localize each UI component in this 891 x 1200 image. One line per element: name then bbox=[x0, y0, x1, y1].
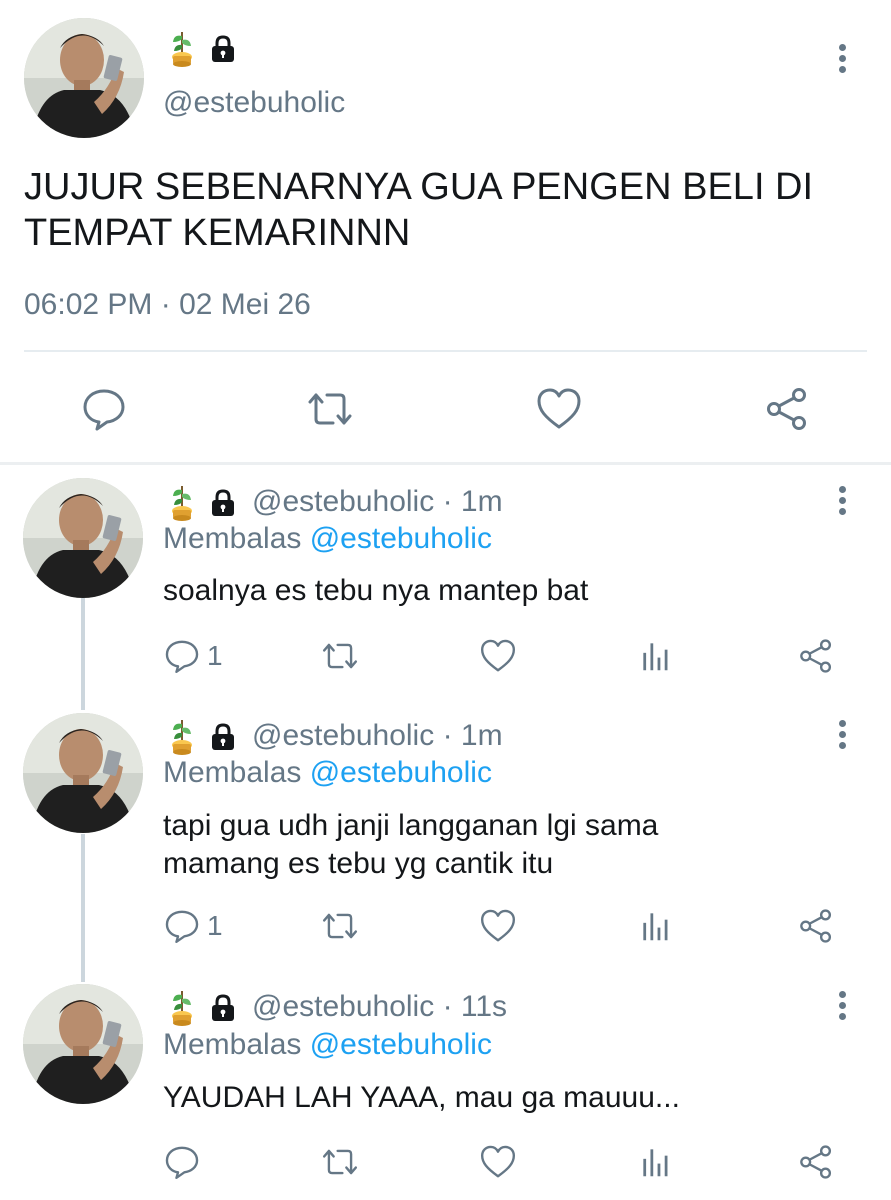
replying-to: Membalas @estebuholic bbox=[163, 1028, 492, 1062]
reply-text: soalnya es tebu nya mantep bat bbox=[163, 574, 589, 607]
reply-avatar[interactable] bbox=[23, 713, 143, 833]
replying-to: Membalas @estebuholic bbox=[163, 522, 492, 556]
main-timestamp[interactable]: 06:02 PM · 02 Mei 26 bbox=[24, 288, 311, 322]
reply-button[interactable] bbox=[163, 1142, 207, 1182]
like-button[interactable] bbox=[479, 1142, 517, 1182]
more-options-icon[interactable] bbox=[836, 720, 848, 756]
reply-button[interactable]: 1 bbox=[163, 906, 223, 946]
lock-icon bbox=[208, 34, 238, 64]
thread-line bbox=[81, 598, 85, 710]
reply-header[interactable]: @estebuholic · 1m bbox=[252, 719, 503, 753]
reply-time: 1m bbox=[460, 719, 503, 752]
reply-badges bbox=[170, 989, 238, 1027]
retweet-button[interactable] bbox=[321, 1142, 359, 1182]
reply-count: 1 bbox=[207, 640, 223, 671]
share-button[interactable] bbox=[797, 906, 835, 946]
reply-badges bbox=[170, 484, 238, 522]
more-options-icon[interactable] bbox=[836, 486, 848, 522]
divider bbox=[24, 350, 867, 352]
plant-emoji-icon bbox=[170, 30, 194, 68]
reply-avatar[interactable] bbox=[23, 984, 143, 1104]
lock-icon bbox=[208, 722, 238, 752]
reply-icon[interactable] bbox=[80, 385, 128, 433]
mention-link[interactable]: @estebuholic bbox=[310, 756, 492, 789]
main-avatar[interactable] bbox=[24, 18, 144, 138]
reply-header[interactable]: @estebuholic · 11s bbox=[252, 990, 507, 1024]
replying-to-label: Membalas bbox=[163, 1028, 310, 1061]
reply-icon bbox=[163, 1143, 201, 1181]
like-button[interactable] bbox=[479, 906, 517, 946]
bar-chart-icon bbox=[637, 637, 675, 675]
lock-icon bbox=[208, 993, 238, 1023]
reply-time: 11s bbox=[460, 990, 508, 1023]
lock-icon bbox=[208, 488, 238, 518]
replying-to: Membalas @estebuholic bbox=[163, 756, 492, 790]
bar-chart-icon bbox=[637, 907, 675, 945]
retweet-button[interactable] bbox=[321, 636, 359, 676]
retweet-icon bbox=[321, 1143, 359, 1181]
replying-to-label: Membalas bbox=[163, 522, 310, 555]
reply-handle[interactable]: @estebuholic bbox=[252, 990, 434, 1023]
share-icon[interactable] bbox=[763, 385, 811, 433]
like-icon bbox=[479, 1143, 517, 1181]
reply-time: 1m bbox=[460, 485, 503, 518]
retweet-icon bbox=[321, 907, 359, 945]
more-options-icon[interactable] bbox=[836, 991, 848, 1027]
like-icon bbox=[479, 907, 517, 945]
reply-header[interactable]: @estebuholic · 1m bbox=[252, 485, 503, 519]
share-icon bbox=[797, 907, 835, 945]
plant-emoji-icon bbox=[170, 989, 194, 1027]
reply-icon bbox=[163, 907, 201, 945]
reply-handle[interactable]: @estebuholic bbox=[252, 485, 434, 518]
like-button[interactable] bbox=[479, 636, 517, 676]
reply-badges bbox=[170, 718, 238, 756]
reply-count: 1 bbox=[207, 910, 223, 941]
reply-text: YAUDAH LAH YAAA, mau ga mauuu... bbox=[163, 1081, 680, 1114]
separator: · bbox=[434, 719, 461, 752]
main-badges bbox=[170, 30, 238, 68]
retweet-button[interactable] bbox=[321, 906, 359, 946]
share-button[interactable] bbox=[797, 636, 835, 676]
like-icon bbox=[479, 637, 517, 675]
plant-emoji-icon bbox=[170, 718, 194, 756]
replying-to-label: Membalas bbox=[163, 756, 310, 789]
share-icon bbox=[797, 637, 835, 675]
reply-button[interactable]: 1 bbox=[163, 636, 223, 676]
plant-emoji-icon bbox=[170, 484, 194, 522]
reply-handle[interactable]: @estebuholic bbox=[252, 719, 434, 752]
analytics-button[interactable] bbox=[637, 636, 675, 676]
share-button[interactable] bbox=[797, 1142, 835, 1182]
separator: · bbox=[434, 990, 461, 1023]
reply-text: tapi gua udh janji langganan lgi sama ma… bbox=[163, 809, 659, 880]
main-handle[interactable]: @estebuholic bbox=[163, 86, 345, 120]
reply-icon bbox=[163, 637, 201, 675]
section-divider bbox=[0, 462, 891, 465]
analytics-button[interactable] bbox=[637, 1142, 675, 1182]
mention-link[interactable]: @estebuholic bbox=[310, 1028, 492, 1061]
reply-avatar[interactable] bbox=[23, 478, 143, 598]
like-icon[interactable] bbox=[535, 385, 583, 433]
separator: · bbox=[434, 485, 461, 518]
main-tweet-text: JUJUR SEBENARNYA GUA PENGEN BELI DI TEMP… bbox=[24, 166, 814, 254]
retweet-icon bbox=[321, 637, 359, 675]
analytics-button[interactable] bbox=[637, 906, 675, 946]
mention-link[interactable]: @estebuholic bbox=[310, 522, 492, 555]
bar-chart-icon bbox=[637, 1143, 675, 1181]
retweet-icon[interactable] bbox=[306, 385, 354, 433]
thread-line bbox=[81, 834, 85, 982]
share-icon bbox=[797, 1143, 835, 1181]
more-options-icon[interactable] bbox=[836, 44, 848, 80]
